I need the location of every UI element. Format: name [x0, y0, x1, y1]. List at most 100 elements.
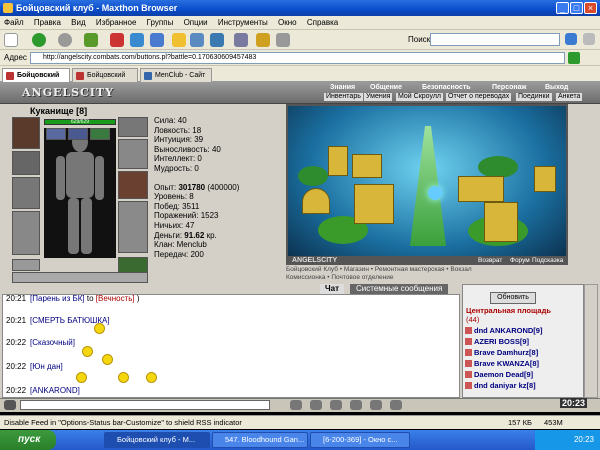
tab-combats-2[interactable]: Бойцовский клу...	[72, 68, 138, 92]
ring-slot-3[interactable]	[90, 128, 110, 140]
translit-icon[interactable]	[370, 400, 382, 410]
location-commission[interactable]: Комиссионка	[286, 274, 325, 281]
nav-skills[interactable]: Умения	[364, 93, 393, 101]
city-scene[interactable]	[286, 104, 568, 264]
menu-chevron-icon[interactable]	[583, 33, 595, 45]
earrings-slot[interactable]	[118, 117, 148, 137]
nav-profile[interactable]: Анкета	[556, 93, 583, 101]
online-user[interactable]: Brave KWANZA[8]	[465, 359, 539, 368]
online-user[interactable]: AZERI BOSS[9]	[465, 337, 529, 346]
chat-target[interactable]: [Вечность]	[96, 294, 135, 303]
tab-combats-1[interactable]: Бойцовский клу...	[2, 68, 70, 92]
task-bloodhound[interactable]: 547. Bloodhound Gan...	[212, 432, 308, 448]
menu-edit[interactable]: Правка	[30, 16, 65, 30]
start-button[interactable]: пуск	[0, 430, 56, 450]
shield-slot[interactable]	[118, 171, 148, 199]
chat-nick[interactable]: [Юн дан]	[30, 362, 63, 371]
online-scrollbar[interactable]	[584, 284, 598, 398]
home-icon[interactable]	[150, 33, 164, 47]
filter-icon[interactable]	[310, 400, 322, 410]
send-icon[interactable]	[290, 400, 302, 410]
online-user[interactable]: Brave Damhurz[8]	[465, 348, 538, 357]
armor-slot[interactable]	[12, 211, 40, 255]
task-chat-window[interactable]: [6-200-369] - Окно с...	[310, 432, 410, 448]
menu-view[interactable]: Вид	[67, 16, 89, 30]
menu-tools[interactable]: Инструменты	[214, 16, 272, 30]
go-icon[interactable]	[568, 52, 580, 64]
online-user[interactable]: dnd ANKAROND[9]	[465, 326, 542, 335]
leggings-slot[interactable]	[118, 201, 148, 253]
minimize-button[interactable]: _	[556, 2, 569, 14]
club-building[interactable]	[328, 146, 348, 176]
tab-menclub[interactable]: MenClub - Сайт к...	[140, 68, 212, 92]
menu-help[interactable]: Справка	[303, 16, 342, 30]
refresh-icon[interactable]	[130, 33, 144, 47]
back-icon[interactable]	[32, 33, 46, 47]
maximize-button[interactable]: □	[570, 2, 583, 14]
menu-file[interactable]: Файл	[0, 16, 28, 30]
ring-slot-1[interactable]	[46, 128, 66, 140]
window-icon[interactable]	[276, 33, 290, 47]
tab-chat[interactable]: Чат	[320, 284, 344, 294]
location-station[interactable]: Вокзал	[450, 266, 471, 273]
nav-exit[interactable]: Выход	[545, 84, 568, 91]
menu-groups[interactable]: Группы	[143, 16, 178, 30]
nav-security[interactable]: Безопасность	[422, 84, 471, 91]
undo-icon[interactable]	[210, 33, 224, 47]
tab-system-messages[interactable]: Системные сообщения	[350, 284, 449, 294]
chat-nick[interactable]: [Сказочный]	[30, 338, 75, 347]
online-user[interactable]: Daemon Dead[9]	[465, 370, 533, 379]
refresh-button[interactable]: Обновить	[490, 292, 536, 304]
weapon-slot[interactable]	[12, 177, 40, 209]
belt-slot[interactable]	[12, 259, 40, 271]
tools-icon[interactable]	[256, 33, 270, 47]
station-building[interactable]	[458, 176, 504, 202]
nav-character[interactable]: Персонаж	[492, 84, 526, 91]
helmet-slot[interactable]	[12, 117, 40, 149]
clear-icon[interactable]	[330, 400, 342, 410]
search-icon[interactable]	[565, 33, 577, 45]
menu-favorites[interactable]: Избранное	[92, 16, 141, 30]
hall-building[interactable]	[352, 154, 382, 178]
screen-icon[interactable]	[234, 33, 248, 47]
gloves-slot[interactable]	[118, 139, 148, 169]
chat-nick[interactable]: [Парень из БК]	[30, 294, 85, 303]
nav-communication[interactable]: Общение	[370, 84, 402, 91]
close-button[interactable]: ×	[584, 2, 597, 14]
bracers-slot[interactable]	[12, 151, 40, 175]
nav-transfers-report[interactable]: Отчет о переводах	[446, 93, 512, 101]
stop-icon[interactable]	[110, 33, 124, 47]
new-page-icon[interactable]	[4, 33, 18, 47]
chat-menu-icon[interactable]	[4, 400, 16, 410]
smile-picker-icon[interactable]	[350, 400, 362, 410]
task-combats[interactable]: Бойцовский клуб - M...	[104, 432, 210, 448]
online-user[interactable]: dnd daniyar kz[8]	[465, 381, 536, 390]
menu-options[interactable]: Опции	[180, 16, 212, 30]
address-input[interactable]: http://angelscity.combats.com/buttons.pl…	[30, 52, 565, 64]
post-building[interactable]	[484, 202, 518, 242]
nav-knowledge[interactable]: Знания	[330, 84, 355, 91]
forward-icon[interactable]	[58, 33, 72, 47]
nav-my-scroll[interactable]: Мой Скроулл	[396, 93, 443, 101]
menu-window[interactable]: Окно	[274, 16, 301, 30]
hint-link[interactable]: Подсказка	[532, 257, 563, 264]
location-post[interactable]: Почтовое отделение	[331, 274, 393, 281]
favorites-star-icon[interactable]	[172, 33, 186, 47]
location-repair[interactable]: Ремонтная мастерская	[375, 266, 445, 273]
location-fight-club[interactable]: Бойцовский Клуб	[286, 266, 338, 273]
shop-building[interactable]	[354, 184, 394, 224]
nav-duels[interactable]: Поединки	[516, 93, 552, 101]
repair-building[interactable]	[302, 188, 330, 214]
search-input[interactable]	[430, 33, 560, 46]
return-link[interactable]: Возврат	[478, 257, 502, 264]
chat-message-input[interactable]	[20, 400, 270, 410]
groups-icon[interactable]	[190, 33, 204, 47]
chat-nick[interactable]: [ANKAROND]	[30, 386, 80, 395]
nav-inventory[interactable]: Инвентарь	[324, 93, 363, 101]
commission-building[interactable]	[534, 166, 556, 192]
location-shop[interactable]: Магазин	[344, 266, 369, 273]
sound-icon[interactable]	[390, 400, 402, 410]
portal-icon[interactable]	[428, 186, 442, 200]
pocket-slots[interactable]	[12, 272, 148, 283]
up-icon[interactable]	[84, 33, 98, 47]
